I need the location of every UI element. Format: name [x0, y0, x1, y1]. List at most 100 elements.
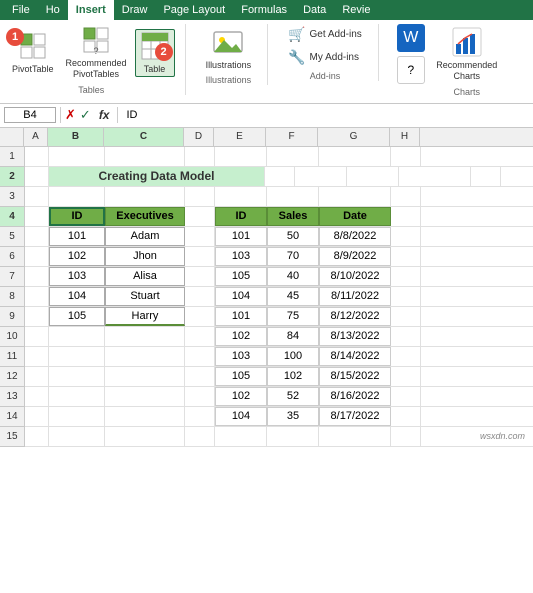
- cell-A3[interactable]: [25, 187, 49, 206]
- cell-H2[interactable]: [471, 167, 501, 186]
- cell-E8[interactable]: 104: [215, 287, 267, 306]
- cell-H1[interactable]: [391, 147, 421, 166]
- cell-H10[interactable]: [391, 327, 421, 346]
- cell-D9[interactable]: [185, 307, 215, 326]
- cell-G8[interactable]: 8/11/2022: [319, 287, 391, 306]
- cell-E10[interactable]: 102: [215, 327, 267, 346]
- cell-D3[interactable]: [185, 187, 215, 206]
- cell-D11[interactable]: [185, 347, 215, 366]
- cell-F10[interactable]: 84: [267, 327, 319, 346]
- tab-insert[interactable]: Insert: [68, 0, 114, 20]
- col-header-D[interactable]: D: [184, 128, 214, 146]
- cell-D2[interactable]: [265, 167, 295, 186]
- cell-A7[interactable]: [25, 267, 49, 286]
- tab-draw[interactable]: Draw: [114, 0, 156, 20]
- cell-E9[interactable]: 101: [215, 307, 267, 326]
- recommended-pivot-button[interactable]: ? RecommendedPivotTables: [62, 24, 131, 82]
- col-header-B[interactable]: B: [48, 128, 104, 146]
- cell-F8[interactable]: 45: [267, 287, 319, 306]
- cell-D7[interactable]: [185, 267, 215, 286]
- cell-D1[interactable]: [185, 147, 215, 166]
- cell-A11[interactable]: [25, 347, 49, 366]
- cell-C12[interactable]: [105, 367, 185, 386]
- col-header-C[interactable]: C: [104, 128, 184, 146]
- col-header-G[interactable]: G: [318, 128, 390, 146]
- cell-G14[interactable]: 8/17/2022: [319, 407, 391, 426]
- cell-D6[interactable]: [185, 247, 215, 266]
- cell-C7[interactable]: Alisa: [105, 267, 185, 286]
- tab-file[interactable]: File: [4, 0, 38, 20]
- cell-A9[interactable]: [25, 307, 49, 326]
- cell-H12[interactable]: [391, 367, 421, 386]
- cell-E1[interactable]: [215, 147, 267, 166]
- cell-E2[interactable]: [295, 167, 347, 186]
- cell-E13[interactable]: 102: [215, 387, 267, 406]
- cell-C6[interactable]: Jhon: [105, 247, 185, 266]
- cell-B10[interactable]: [49, 327, 105, 346]
- cell-E15[interactable]: [215, 427, 267, 446]
- cell-A4[interactable]: [25, 207, 49, 226]
- cell-A13[interactable]: [25, 387, 49, 406]
- cell-B12[interactable]: [49, 367, 105, 386]
- cell-F1[interactable]: [267, 147, 319, 166]
- cell-G7[interactable]: 8/10/2022: [319, 267, 391, 286]
- col-header-H[interactable]: H: [390, 128, 420, 146]
- col-header-A[interactable]: A: [24, 128, 48, 146]
- cell-G1[interactable]: [319, 147, 391, 166]
- cell-C8[interactable]: Stuart: [105, 287, 185, 306]
- cell-F3[interactable]: [267, 187, 319, 206]
- cell-H3[interactable]: [391, 187, 421, 206]
- cell-B11[interactable]: [49, 347, 105, 366]
- cell-C5[interactable]: Adam: [105, 227, 185, 246]
- cell-B9[interactable]: 105: [49, 307, 105, 326]
- cell-D13[interactable]: [185, 387, 215, 406]
- cell-H7[interactable]: [391, 267, 421, 286]
- cell-B7[interactable]: 103: [49, 267, 105, 286]
- cell-E6[interactable]: 103: [215, 247, 267, 266]
- col-header-E[interactable]: E: [214, 128, 266, 146]
- cell-F11[interactable]: 100: [267, 347, 319, 366]
- cell-A15[interactable]: [25, 427, 49, 446]
- cell-F5[interactable]: 50: [267, 227, 319, 246]
- cell-H8[interactable]: [391, 287, 421, 306]
- recommended-charts-button[interactable]: Recommended Charts: [437, 24, 497, 84]
- cell-reference-box[interactable]: [4, 107, 56, 123]
- cell-B2-title[interactable]: Creating Data Model: [49, 167, 265, 186]
- extra-icon-1[interactable]: W: [397, 24, 425, 52]
- cell-D15[interactable]: [185, 427, 215, 446]
- cell-C15[interactable]: [105, 427, 185, 446]
- cell-F6[interactable]: 70: [267, 247, 319, 266]
- cell-E12[interactable]: 105: [215, 367, 267, 386]
- cell-C9[interactable]: Harry: [105, 307, 185, 326]
- cell-B6[interactable]: 102: [49, 247, 105, 266]
- cell-H14[interactable]: [391, 407, 421, 426]
- tab-review[interactable]: Revie: [334, 0, 378, 20]
- cell-C13[interactable]: [105, 387, 185, 406]
- cell-F15[interactable]: [267, 427, 319, 446]
- cell-B14[interactable]: [49, 407, 105, 426]
- cell-G3[interactable]: [319, 187, 391, 206]
- cell-D12[interactable]: [185, 367, 215, 386]
- cell-E14[interactable]: 104: [215, 407, 267, 426]
- cell-A5[interactable]: [25, 227, 49, 246]
- cell-A14[interactable]: [25, 407, 49, 426]
- col-header-F[interactable]: F: [266, 128, 318, 146]
- tab-data[interactable]: Data: [295, 0, 334, 20]
- my-addins-button[interactable]: 🔧 My Add-ins: [282, 47, 368, 68]
- cell-G10[interactable]: 8/13/2022: [319, 327, 391, 346]
- cell-D5[interactable]: [185, 227, 215, 246]
- cell-F4-header[interactable]: Sales: [267, 207, 319, 226]
- cell-H4[interactable]: [391, 207, 421, 226]
- cell-H6[interactable]: [391, 247, 421, 266]
- cell-C4-header[interactable]: Executives: [105, 207, 185, 226]
- cell-C11[interactable]: [105, 347, 185, 366]
- formula-input[interactable]: [122, 109, 529, 121]
- cell-H9[interactable]: [391, 307, 421, 326]
- cell-D10[interactable]: [185, 327, 215, 346]
- cell-B15[interactable]: [49, 427, 105, 446]
- extra-icon-2[interactable]: ?: [397, 56, 425, 84]
- cell-A12[interactable]: [25, 367, 49, 386]
- formula-confirm-icon[interactable]: ✓: [80, 107, 91, 123]
- cell-H5[interactable]: [391, 227, 421, 246]
- cell-F14[interactable]: 35: [267, 407, 319, 426]
